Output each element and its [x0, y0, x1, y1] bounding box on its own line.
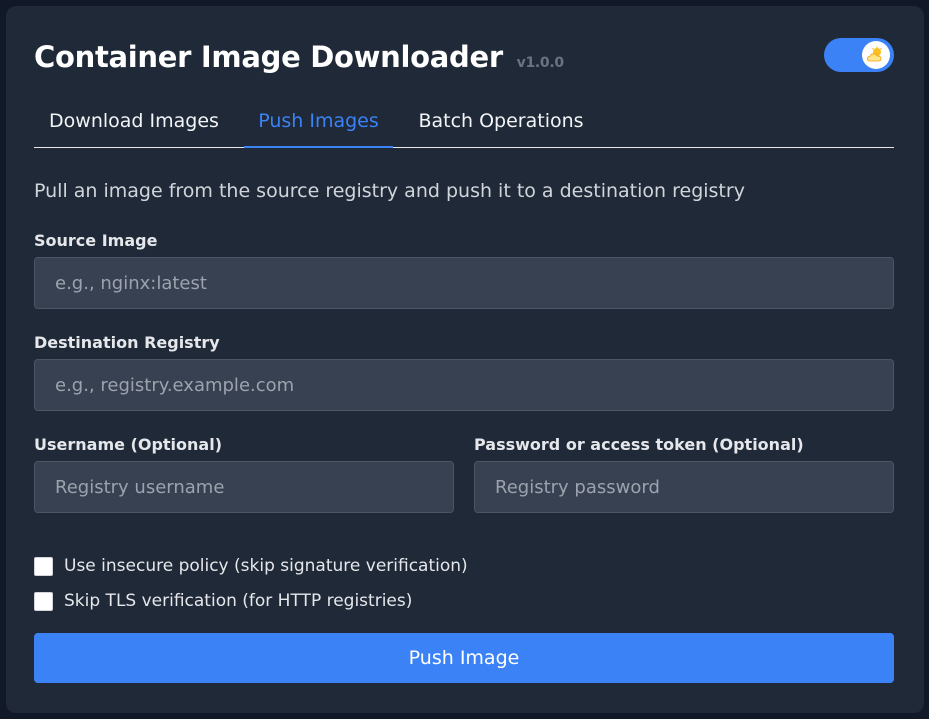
- app-title-text: Container Image Downloader: [34, 40, 503, 74]
- destination-registry-label: Destination Registry: [34, 333, 220, 352]
- content: Container Image Downloader v1.0.0 Downlo…: [34, 6, 894, 713]
- tab-download-images[interactable]: Download Images: [34, 100, 234, 146]
- insecure-policy-checkbox[interactable]: [34, 556, 53, 576]
- skip-tls-checkbox[interactable]: [34, 591, 53, 611]
- push-description: Pull an image from the source registry a…: [34, 180, 745, 202]
- app-title: Container Image Downloader v1.0.0: [34, 40, 564, 74]
- source-image-label: Source Image: [34, 231, 158, 250]
- skip-tls-option: Skip TLS verification (for HTTP registri…: [34, 590, 412, 612]
- password-input[interactable]: [474, 461, 894, 513]
- header: Container Image Downloader v1.0.0: [34, 38, 894, 88]
- app-card: Container Image Downloader v1.0.0 Downlo…: [6, 6, 924, 713]
- push-image-button[interactable]: Push Image: [34, 633, 894, 683]
- username-label: Username (Optional): [34, 435, 223, 454]
- username-input[interactable]: [34, 461, 454, 513]
- source-image-input[interactable]: [34, 257, 894, 309]
- theme-toggle[interactable]: [824, 38, 894, 72]
- destination-registry-input[interactable]: [34, 359, 894, 411]
- tab-batch-operations[interactable]: Batch Operations: [412, 100, 590, 146]
- insecure-policy-label[interactable]: Use insecure policy (skip signature veri…: [64, 556, 468, 576]
- insecure-policy-option: Use insecure policy (skip signature veri…: [34, 555, 468, 577]
- password-label: Password or access token (Optional): [474, 435, 804, 454]
- tab-bar: Download Images Push Images Batch Operat…: [34, 100, 894, 148]
- tab-push-images[interactable]: Push Images: [244, 100, 393, 148]
- toggle-knob: [862, 41, 890, 69]
- skip-tls-label[interactable]: Skip TLS verification (for HTTP registri…: [64, 591, 412, 611]
- version-badge: v1.0.0: [516, 55, 564, 71]
- cloud-sun-icon: [867, 46, 882, 62]
